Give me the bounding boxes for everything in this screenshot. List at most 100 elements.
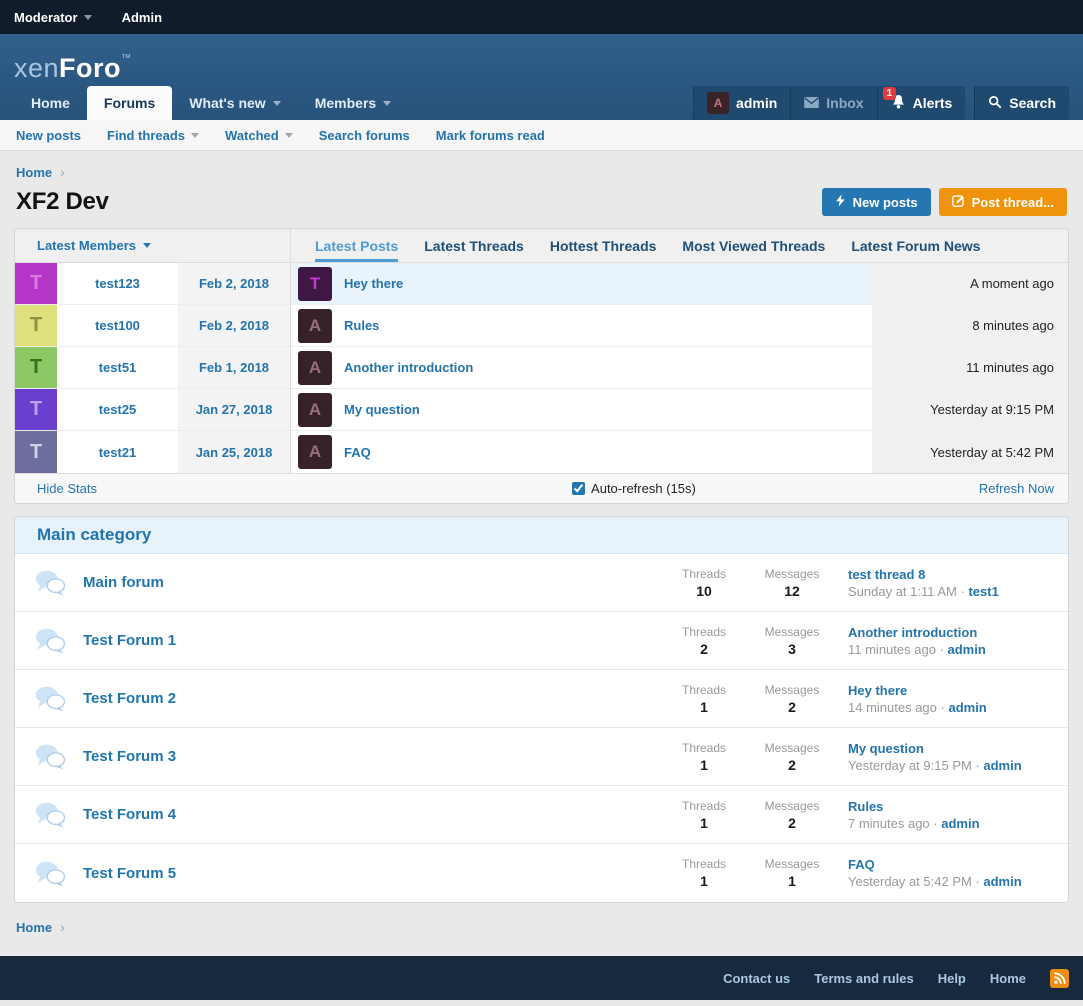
new-posts-button[interactable]: New posts — [822, 188, 931, 216]
moderator-menu[interactable]: Moderator — [14, 10, 92, 25]
member-join-date: Jan 27, 2018 — [178, 389, 290, 430]
hide-stats-link[interactable]: Hide Stats — [37, 481, 97, 496]
tab-most-viewed-threads[interactable]: Most Viewed Threads — [682, 229, 825, 262]
post-timestamp: 11 minutes ago — [872, 347, 1068, 388]
latest-members-menu[interactable]: Latest Members — [15, 229, 291, 262]
last-post-title-link[interactable]: Rules — [848, 799, 1068, 814]
forum-name-link[interactable]: Main forum — [83, 574, 164, 591]
latest-posts-list: T Hey there A moment ago A Rules 8 minut… — [291, 263, 1068, 473]
last-post-title-link[interactable]: Another introduction — [848, 625, 1068, 640]
member-row: T test100 Feb 2, 2018 — [15, 305, 290, 347]
auto-refresh-checkbox[interactable] — [572, 482, 585, 495]
last-post-user-link[interactable]: admin — [948, 700, 986, 715]
account-username: admin — [736, 95, 777, 111]
tab-members[interactable]: Members — [298, 86, 408, 120]
last-post-user-link[interactable]: admin — [983, 758, 1021, 773]
alerts-button[interactable]: 1 Alerts — [877, 86, 966, 120]
member-row: T test25 Jan 27, 2018 — [15, 389, 290, 431]
avatar[interactable]: A — [298, 393, 332, 427]
post-thread-button[interactable]: Post thread... — [939, 188, 1067, 216]
member-name-link[interactable]: test21 — [99, 445, 137, 460]
avatar[interactable]: T — [298, 267, 332, 301]
latest-members-list: T test123 Feb 2, 2018 T test100 Feb 2, 2… — [15, 263, 291, 473]
category-title[interactable]: Main category — [15, 517, 1068, 554]
last-post-user-link[interactable]: admin — [941, 816, 979, 831]
last-post-user-link[interactable]: admin — [948, 642, 986, 657]
member-name-link[interactable]: test100 — [95, 318, 140, 333]
tab-latest-threads[interactable]: Latest Threads — [424, 229, 524, 262]
avatar[interactable]: A — [298, 309, 332, 343]
tab-forums[interactable]: Forums — [87, 86, 172, 120]
subnav-search-forums[interactable]: Search forums — [319, 128, 410, 143]
forum-name-link[interactable]: Test Forum 1 — [83, 632, 176, 649]
post-title-link[interactable]: Rules — [344, 318, 379, 333]
post-title-link[interactable]: My question — [344, 402, 420, 417]
messages-count: 2 — [748, 699, 836, 715]
forum-name-link[interactable]: Test Forum 4 — [83, 806, 176, 823]
tab-latest-forum-news[interactable]: Latest Forum News — [851, 229, 980, 262]
tab-home[interactable]: Home — [14, 86, 87, 120]
footer-home[interactable]: Home — [990, 971, 1026, 986]
admin-link[interactable]: Admin — [122, 10, 162, 25]
search-button[interactable]: Search — [974, 86, 1069, 120]
moderator-bar: Moderator Admin — [0, 0, 1083, 34]
avatar[interactable]: T — [15, 431, 57, 473]
forum-name-link[interactable]: Test Forum 3 — [83, 748, 176, 765]
member-row: T test21 Jan 25, 2018 — [15, 431, 290, 473]
footer-help[interactable]: Help — [938, 971, 966, 986]
forum-row: Test Forum 5 Threads1 Messages1 FAQ Yest… — [15, 844, 1068, 902]
subnav-new-posts[interactable]: New posts — [16, 128, 81, 143]
forum-row: Test Forum 4 Threads1 Messages2 Rules 7 … — [15, 786, 1068, 844]
forum-name-link[interactable]: Test Forum 5 — [83, 865, 176, 882]
threads-count: 1 — [660, 757, 748, 773]
subnav-watched[interactable]: Watched — [225, 128, 293, 143]
last-post-time: 14 minutes ago · — [848, 700, 945, 715]
avatar[interactable]: A — [298, 351, 332, 385]
tab-hottest-threads[interactable]: Hottest Threads — [550, 229, 657, 262]
post-title-link[interactable]: FAQ — [344, 445, 371, 460]
post-title-link[interactable]: Hey there — [344, 276, 403, 291]
rss-icon[interactable] — [1050, 969, 1069, 988]
forum-bubbles-icon — [15, 684, 83, 713]
account-menu[interactable]: A admin — [693, 86, 790, 120]
member-row: T test123 Feb 2, 2018 — [15, 263, 290, 305]
post-timestamp: 8 minutes ago — [872, 305, 1068, 346]
avatar[interactable]: T — [15, 389, 57, 430]
footer-terms[interactable]: Terms and rules — [814, 971, 913, 986]
tab-latest-posts[interactable]: Latest Posts — [315, 229, 398, 262]
last-post-time: Yesterday at 5:42 PM · — [848, 874, 980, 889]
last-post-user-link[interactable]: test1 — [968, 584, 998, 599]
subnav-mark-forums-read[interactable]: Mark forums read — [436, 128, 545, 143]
avatar[interactable]: T — [15, 305, 57, 346]
refresh-now-link[interactable]: Refresh Now — [979, 481, 1054, 496]
post-title-link[interactable]: Another introduction — [344, 360, 473, 375]
member-name-link[interactable]: test51 — [99, 360, 137, 375]
avatar[interactable]: T — [15, 347, 57, 388]
chevron-down-icon — [383, 101, 391, 106]
breadcrumb-home[interactable]: Home — [16, 920, 52, 935]
last-post-title-link[interactable]: test thread 8 — [848, 567, 1068, 582]
member-name-link[interactable]: test123 — [95, 276, 140, 291]
last-post-title-link[interactable]: FAQ — [848, 857, 1068, 872]
forum-bubbles-icon — [15, 859, 83, 888]
member-row: T test51 Feb 1, 2018 — [15, 347, 290, 389]
forum-row: Main forum Threads10 Messages12 test thr… — [15, 554, 1068, 612]
member-join-date: Feb 2, 2018 — [178, 305, 290, 346]
last-post-title-link[interactable]: Hey there — [848, 683, 1068, 698]
last-post-user-link[interactable]: admin — [983, 874, 1021, 889]
threads-label: Threads — [660, 857, 748, 871]
inbox-button[interactable]: Inbox — [790, 86, 876, 120]
footer-contact-us[interactable]: Contact us — [723, 971, 790, 986]
subnav-find-threads[interactable]: Find threads — [107, 128, 199, 143]
xenforo-logo[interactable]: xenForo™ — [14, 53, 132, 84]
avatar[interactable]: T — [15, 263, 57, 304]
member-name-link[interactable]: test25 — [99, 402, 137, 417]
avatar[interactable]: A — [298, 435, 332, 469]
messages-count: 1 — [748, 873, 836, 889]
forum-name-link[interactable]: Test Forum 2 — [83, 690, 176, 707]
tab-whats-new[interactable]: What's new — [172, 86, 297, 120]
breadcrumb-home[interactable]: Home — [16, 165, 52, 180]
messages-count: 3 — [748, 641, 836, 657]
site-footer: Contact us Terms and rules Help Home — [0, 956, 1083, 1000]
last-post-title-link[interactable]: My question — [848, 741, 1068, 756]
